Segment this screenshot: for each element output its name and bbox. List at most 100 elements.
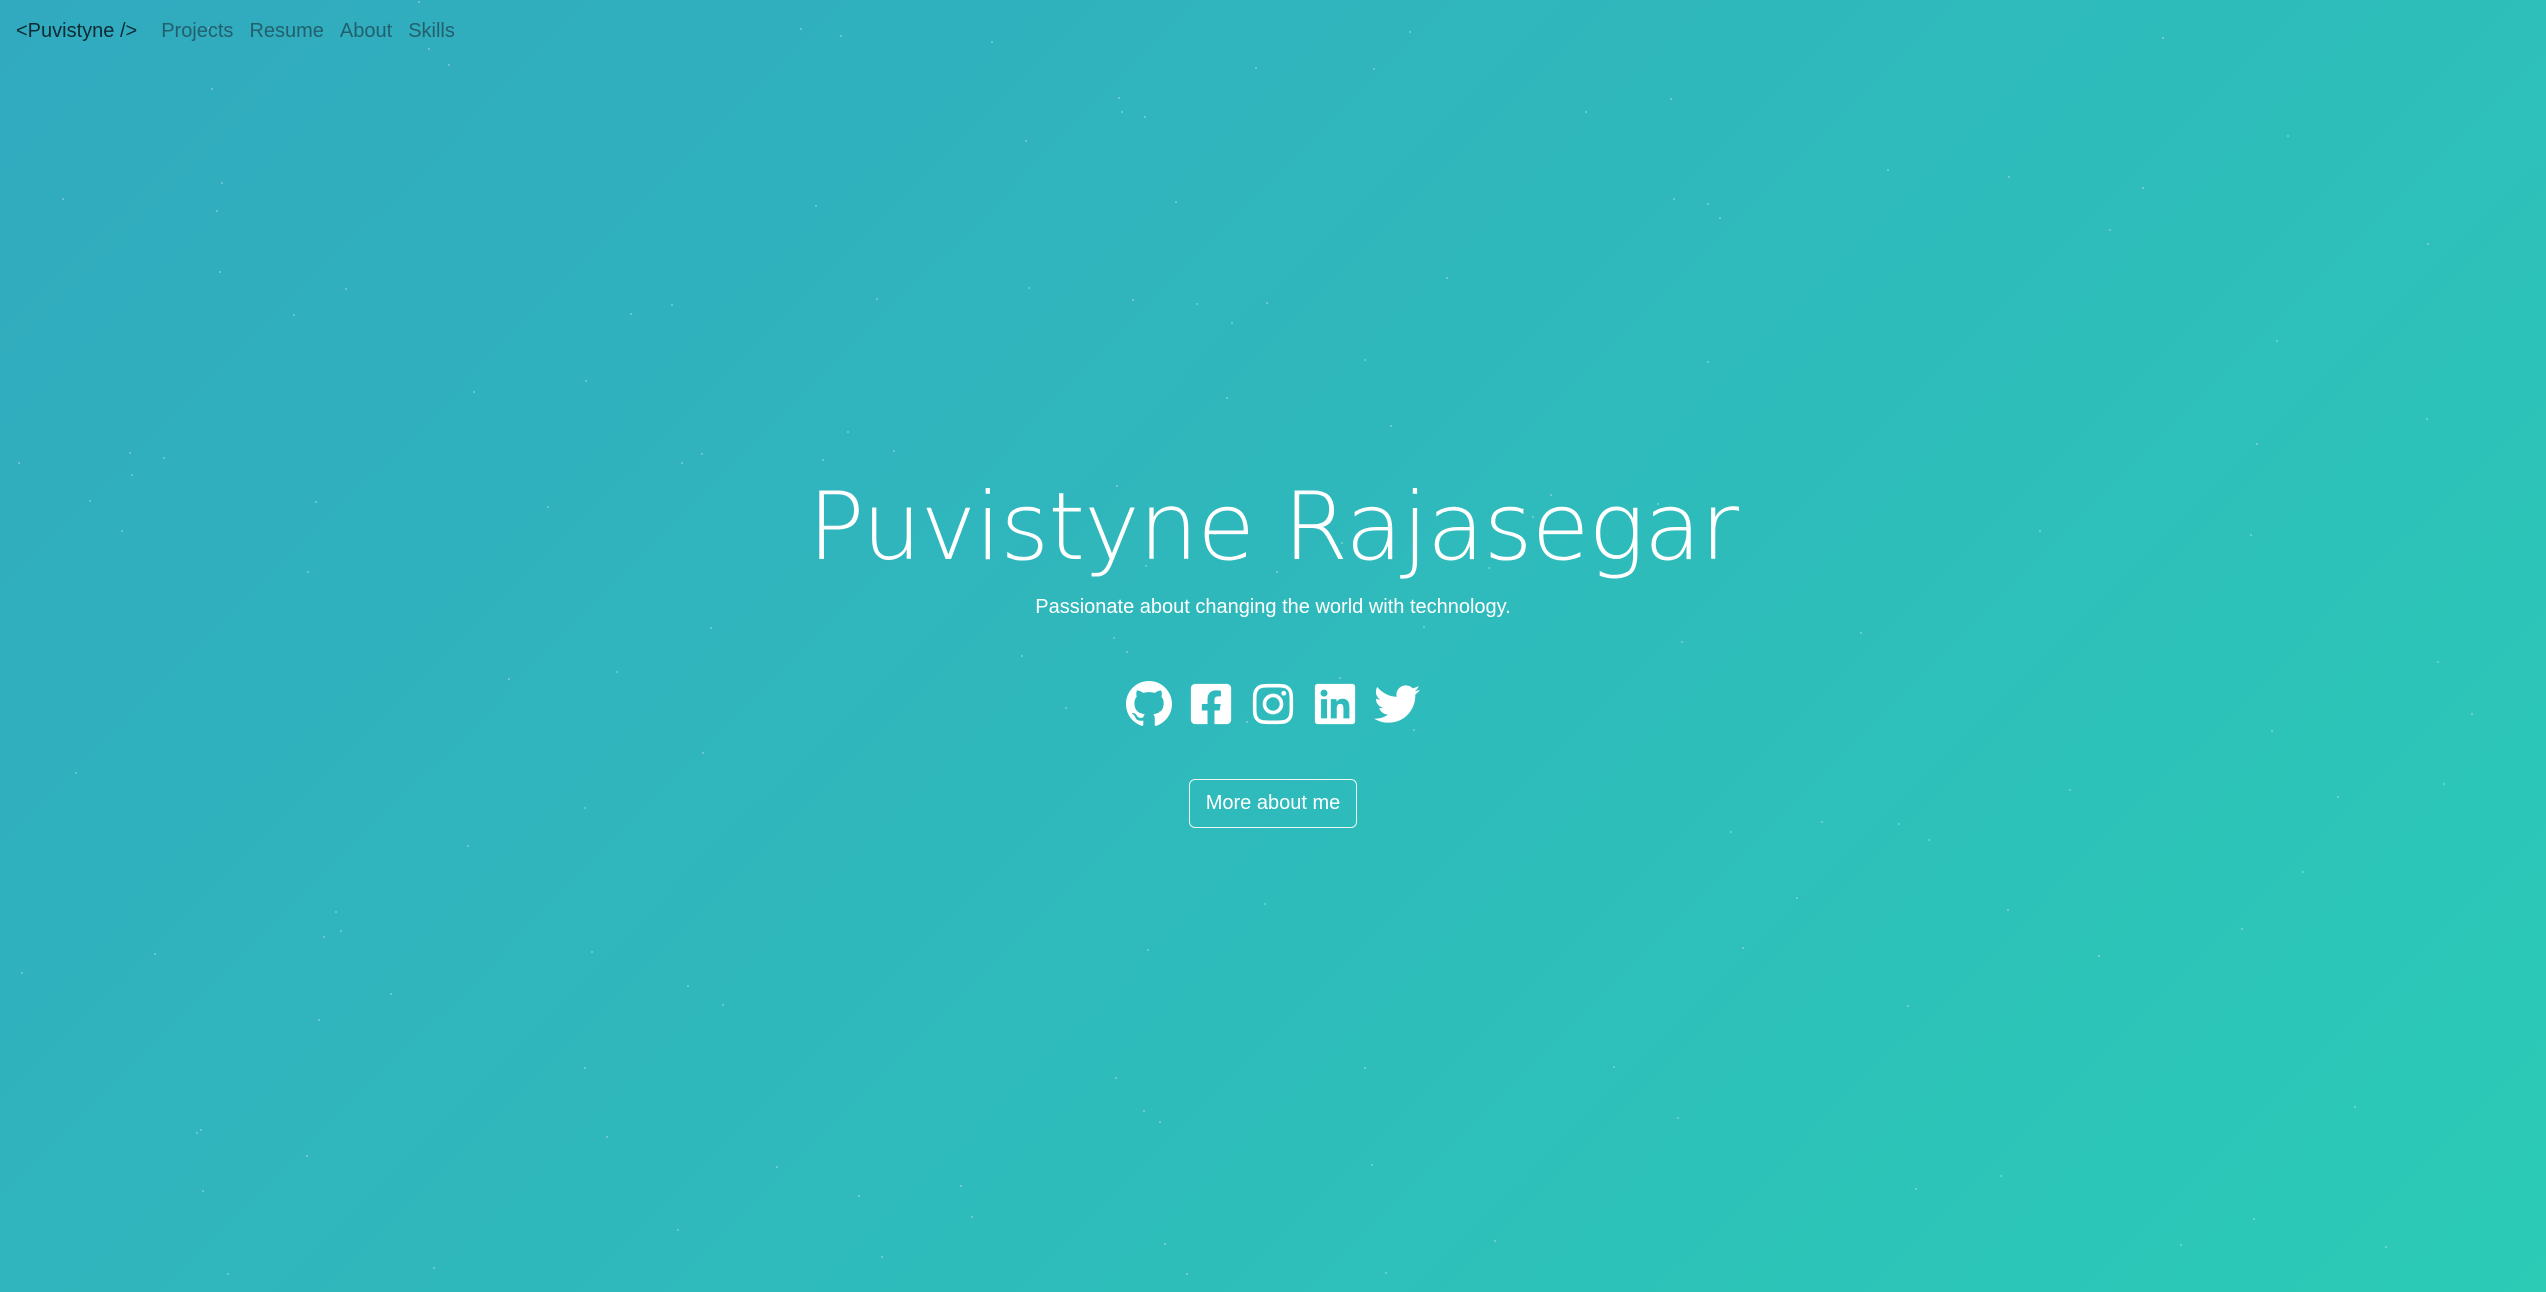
particle	[1613, 1065, 1616, 1068]
particle	[1146, 949, 1149, 952]
particle	[1729, 831, 1732, 834]
particle	[815, 204, 818, 207]
particle	[1185, 1272, 1188, 1275]
particle	[722, 1003, 725, 1006]
particle	[583, 1067, 586, 1070]
particle	[345, 287, 348, 290]
particle	[1706, 360, 1709, 363]
particle	[1673, 198, 1676, 201]
particle	[17, 462, 20, 465]
particle	[432, 1266, 435, 1269]
particle	[1028, 286, 1031, 289]
particle	[323, 936, 326, 939]
nav-link-about[interactable]: About	[340, 20, 392, 43]
particle	[1143, 115, 1146, 118]
particle	[2286, 134, 2289, 137]
particle	[606, 1136, 609, 1139]
particle	[680, 461, 683, 464]
particle	[2007, 909, 2010, 912]
particle	[1158, 1120, 1161, 1123]
particle	[1719, 216, 1722, 219]
linkedin-icon	[1314, 683, 1356, 725]
particle	[775, 1166, 778, 1169]
nav-link-projects[interactable]: Projects	[161, 20, 233, 43]
particle	[2426, 417, 2429, 420]
instagram-link[interactable]	[1250, 681, 1296, 727]
particle	[893, 449, 896, 452]
particle	[876, 297, 879, 300]
particle	[2427, 243, 2430, 246]
particle	[701, 453, 704, 456]
particle	[1363, 358, 1366, 361]
github-link[interactable]	[1126, 681, 1172, 727]
particle	[1669, 98, 1672, 101]
particle	[2354, 1105, 2357, 1108]
particle	[467, 844, 470, 847]
linkedin-link[interactable]	[1312, 681, 1358, 727]
particle	[2385, 1246, 2388, 1249]
particle	[971, 1215, 974, 1218]
particle	[1226, 396, 1229, 399]
particle	[317, 1019, 320, 1022]
particle	[959, 1185, 962, 1188]
particle	[1494, 1239, 1497, 1242]
particle	[857, 1195, 860, 1198]
particle	[1175, 201, 1178, 204]
particle	[2141, 187, 2144, 190]
particle	[1795, 896, 1798, 899]
particle	[2241, 927, 2244, 930]
particle	[2180, 1244, 2183, 1247]
particle	[340, 930, 343, 933]
particle	[1364, 1067, 1367, 1070]
particle	[686, 985, 689, 988]
particle	[447, 64, 450, 67]
particle	[2008, 175, 2010, 178]
hero-section: Puvistyne Rajasegar Passionate about cha…	[0, 468, 2546, 828]
particle	[670, 304, 673, 307]
particle	[2256, 442, 2259, 445]
particle	[880, 1255, 883, 1258]
particle	[847, 431, 850, 434]
particle	[1118, 96, 1121, 99]
particle	[1384, 1272, 1387, 1275]
twitter-link[interactable]	[1374, 681, 1420, 727]
brand-logo-link[interactable]: <Puvistyne />	[16, 20, 137, 43]
particle	[221, 181, 224, 184]
navbar: <Puvistyne /> Projects Resume About Skil…	[0, 0, 2546, 62]
particle	[1266, 302, 1269, 305]
particle	[1164, 1242, 1167, 1245]
facebook-icon	[1190, 683, 1232, 725]
particle	[1231, 322, 1234, 325]
particle	[629, 313, 632, 316]
facebook-link[interactable]	[1188, 681, 1234, 727]
social-links	[0, 681, 2546, 727]
more-about-me-button[interactable]: More about me	[1188, 779, 1358, 828]
particle	[2108, 229, 2111, 232]
particle	[822, 459, 825, 462]
particle	[1927, 838, 1930, 841]
particle	[1142, 1110, 1145, 1113]
particle	[21, 971, 24, 974]
particle	[216, 209, 218, 212]
particle	[1914, 1188, 1917, 1191]
particle	[1677, 1117, 1680, 1120]
hero-subtitle: Passionate about changing the world with…	[1035, 596, 1511, 618]
github-icon	[1126, 681, 1172, 726]
particle	[1263, 903, 1266, 906]
particle	[390, 993, 393, 996]
instagram-icon	[1252, 683, 1294, 725]
hero-title: Puvistyne Rajasegar	[807, 473, 1739, 582]
particle	[61, 198, 64, 201]
particle	[305, 1155, 308, 1158]
twitter-icon	[1374, 685, 1420, 723]
particle	[1906, 1005, 1909, 1008]
particle	[1706, 203, 1709, 205]
particle	[1389, 424, 1392, 427]
nav-link-resume[interactable]: Resume	[249, 20, 323, 43]
particle	[2276, 339, 2279, 342]
particle	[1887, 169, 1890, 172]
particle	[1120, 110, 1123, 113]
particle	[153, 952, 156, 955]
particle	[1742, 947, 1745, 950]
nav-link-skills[interactable]: Skills	[408, 20, 455, 43]
